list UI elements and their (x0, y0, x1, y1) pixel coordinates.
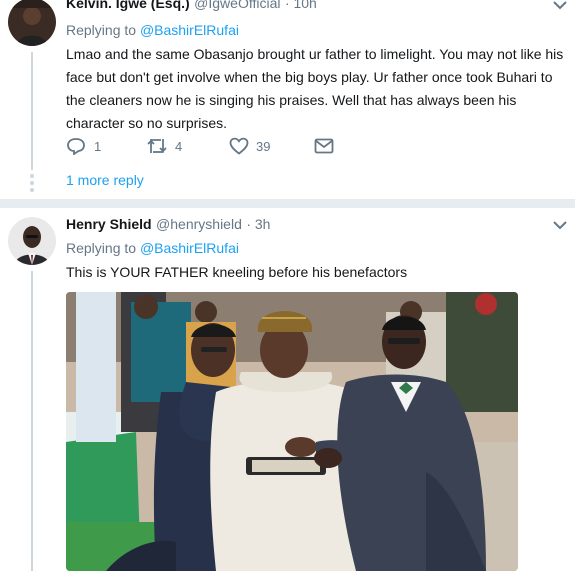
avatar[interactable] (8, 0, 56, 46)
like-button[interactable]: 39 (229, 137, 314, 155)
replying-label: Replying to (66, 22, 137, 38)
author-handle[interactable]: @henryshield (156, 216, 242, 232)
tweet-text: Lmao and the same Obasanjo brought ur fa… (66, 46, 564, 131)
chevron-down-icon[interactable] (550, 218, 570, 232)
reply-icon (67, 138, 85, 155)
tweet-photo[interactable] (66, 292, 518, 571)
thread-dots (30, 174, 34, 195)
thread-line (31, 271, 33, 571)
tweet-time[interactable]: · 10h (285, 0, 317, 11)
author-name[interactable]: Henry Shield (66, 216, 152, 232)
direct-message-icon (314, 138, 334, 154)
like-icon (229, 137, 249, 155)
avatar[interactable] (8, 217, 56, 265)
author-handle[interactable]: @IgweOfficial (194, 0, 280, 11)
more-replies-link[interactable]: 1 more reply (66, 172, 144, 188)
like-count: 39 (256, 138, 271, 154)
tweet-kelvin-igwe[interactable]: Kelvin. Igwe (Esq.) @IgweOfficial · 10h … (0, 0, 575, 205)
retweet-button[interactable]: 4 (146, 137, 229, 155)
thread-line (31, 52, 33, 170)
tweet-text: This is YOUR FATHER kneeling before his … (66, 264, 408, 280)
chevron-down-icon[interactable] (550, 0, 570, 12)
direct-message-button[interactable] (314, 138, 334, 154)
retweet-count: 4 (175, 138, 183, 154)
retweet-icon (147, 138, 167, 154)
author-name[interactable]: Kelvin. Igwe (Esq.) (66, 0, 190, 11)
replying-to-link[interactable]: @BashirElRufai (140, 240, 239, 256)
replying-to-link[interactable]: @BashirElRufai (140, 22, 239, 38)
tweet-time[interactable]: · 3h (246, 216, 270, 232)
separator (0, 199, 575, 208)
reply-count: 1 (94, 138, 102, 154)
replying-label: Replying to (66, 240, 137, 256)
reply-button[interactable]: 1 (66, 137, 146, 155)
